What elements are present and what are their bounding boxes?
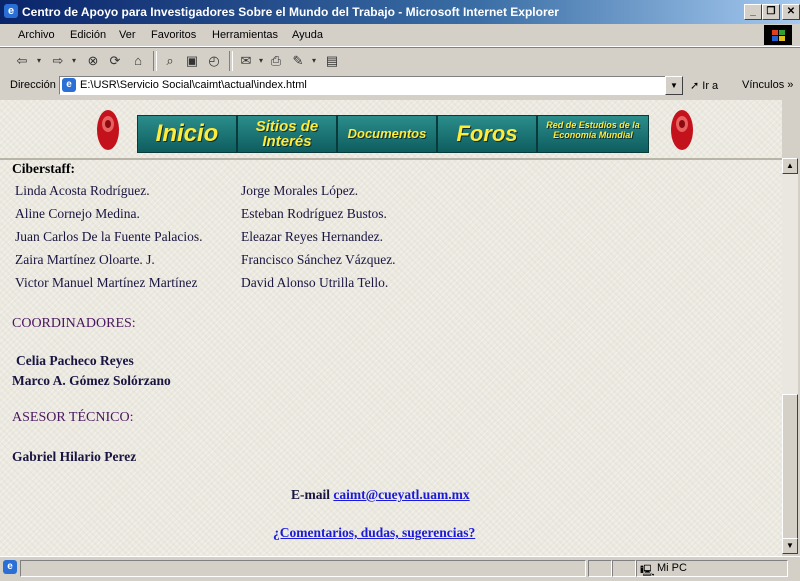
menu-ver[interactable]: Ver [119,29,136,41]
scroll-down-icon[interactable]: ▼ [782,538,798,554]
address-input[interactable]: e E:\USR\Servicio Social\caimt\actual\in… [59,76,666,95]
page-icon: e [62,78,76,92]
minimize-button[interactable]: _ [744,4,762,20]
menu-favoritos[interactable]: Favoritos [151,29,196,41]
staff-name: Linda Acosta Rodríguez. [15,183,150,198]
asesor-name: Gabriel Hilario Perez [12,449,137,464]
asesor-title: ASESOR TÉCNICO: [12,410,134,425]
page-status-icon: e [3,560,17,574]
edit-dropdown-icon[interactable]: ▾ [309,52,319,70]
email-label: E-mail [291,487,330,502]
nav-sitios-button[interactable]: Sitios de Interés [237,115,337,153]
edit-icon[interactable]: ✎ [288,52,308,70]
ciberstaff-title: Ciberstaff: [12,161,75,176]
links-label: Vínculos [742,79,785,91]
back-dropdown-icon[interactable]: ▾ [34,52,44,70]
staff-name: David Alonso Utrilla Tello. [241,275,389,290]
discuss-icon[interactable]: ▤ [322,52,342,70]
favorites-icon[interactable]: ▣ [182,52,202,70]
email-link[interactable]: caimt@cueyatl.uam.mx [333,487,469,502]
chevron-right-icon: » [787,79,794,91]
address-dropdown-icon[interactable]: ▼ [665,76,683,95]
links-button[interactable]: Vínculos » [742,79,793,91]
toolbar: ⇦ ▾ ⇨ ▾ ⊗ ⟳ ⌂ ⌕ ▣ ◴ ✉ ▾ ⎙ ✎ ▾ ▤ [0,47,800,75]
staff-name: Francisco Sánchez Vázquez. [241,252,396,267]
zone-label: Mi PC [657,562,687,574]
address-label: Dirección [10,79,56,91]
staff-name: Jorge Morales López. [241,183,359,198]
staff-name: Zaira Martínez Oloarte. J. [15,252,155,267]
menu-ayuda[interactable]: Ayuda [292,29,323,41]
status-progress [588,560,612,577]
toolbar-separator [153,51,157,71]
email-line: E-mail caimt@cueyatl.uam.mx [291,487,470,503]
staff-name: Aline Cornejo Medina. [15,206,140,221]
go-label: Ir a [702,80,719,92]
staff-name: Esteban Rodríguez Bustos. [241,206,387,221]
address-url[interactable]: E:\USR\Servicio Social\caimt\actual\inde… [80,79,307,91]
nav-documentos-button[interactable]: Documentos [337,115,437,153]
menu-edicion[interactable]: Edición [70,29,106,41]
title-bar[interactable]: e Centro de Apoyo para Investigadores So… [0,0,800,24]
menu-archivo[interactable]: Archivo [18,29,55,41]
staff-name: Victor Manuel Martínez Martínez [15,275,198,290]
page-content: Inicio Sitios de Interés Documentos Foro… [0,100,782,556]
search-icon[interactable]: ⌕ [160,52,180,70]
nav-red-button[interactable]: Red de Estudios de la Economía Mundial [537,115,649,153]
status-bar: e 🖳 Mi PC [0,556,800,577]
nav-foros-button[interactable]: Foros [437,115,537,153]
staff-name: Eleazar Reyes Hernandez. [241,229,384,244]
status-security [612,560,636,577]
ie-icon[interactable]: e [4,4,18,18]
close-button[interactable]: ✕ [782,4,800,20]
coordinador-name: Marco A. Gómez Solórzano [12,373,171,388]
windows-logo-icon [764,25,792,45]
back-icon[interactable]: ⇦ [12,52,32,70]
scroll-up-icon[interactable]: ▲ [782,158,798,174]
home-icon[interactable]: ⌂ [128,52,148,70]
forward-icon[interactable]: ⇨ [48,52,68,70]
window-title: Centro de Apoyo para Investigadores Sobr… [22,5,559,19]
forward-dropdown-icon[interactable]: ▾ [69,52,79,70]
print-icon[interactable]: ⎙ [266,52,286,70]
maximize-button[interactable]: ❐ [762,4,780,20]
staff-name: Juan Carlos De la Fuente Palacios. [15,229,203,244]
frame-divider [0,158,782,160]
refresh-icon[interactable]: ⟳ [106,52,124,70]
status-message [20,560,586,577]
mail-icon[interactable]: ✉ [236,52,256,70]
address-bar: Dirección e E:\USR\Servicio Social\caimt… [0,74,800,96]
go-button[interactable]: ➚ Ir a [690,79,718,92]
go-icon: ➚ [690,80,700,92]
banner-frame: Inicio Sitios de Interés Documentos Foro… [0,100,782,158]
stop-icon[interactable]: ⊗ [84,52,102,70]
coordinadores-title: COORDINADORES: [12,316,136,331]
menu-bar: Archivo Edición Ver Favoritos Herramient… [0,24,800,47]
red-bell-decoration-icon [97,110,119,150]
toolbar-separator [229,51,233,71]
menu-herramientas[interactable]: Herramientas [212,29,278,41]
red-bell-decoration-icon [671,110,693,150]
mail-dropdown-icon[interactable]: ▾ [256,52,266,70]
history-icon[interactable]: ◴ [204,52,224,70]
status-zone: 🖳 Mi PC [636,560,788,577]
vertical-scrollbar[interactable]: ▲ ▼ [782,158,798,554]
nav-inicio-button[interactable]: Inicio [137,115,237,153]
computer-icon: 🖳 [640,565,655,577]
comments-link[interactable]: ¿Comentarios, dudas, sugerencias? [273,525,475,541]
coordinador-name: Celia Pacheco Reyes [16,353,134,368]
scroll-thumb[interactable] [782,394,798,542]
